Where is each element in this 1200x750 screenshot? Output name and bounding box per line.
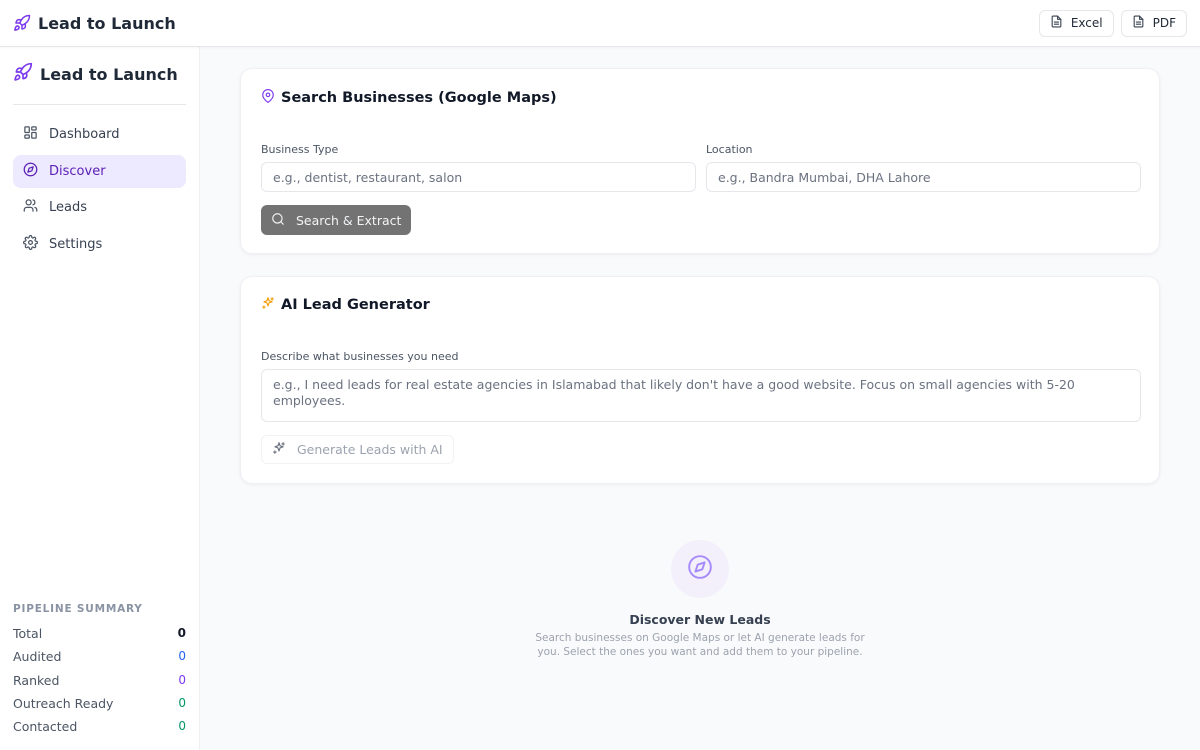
sidebar-item-dashboard[interactable]: Dashboard (13, 118, 186, 151)
business-type-input[interactable] (261, 162, 696, 192)
location-input[interactable] (706, 162, 1141, 192)
empty-state-icon-wrapper (671, 540, 729, 598)
business-type-label: Business Type (261, 143, 339, 156)
search-icon (271, 212, 285, 229)
empty-state-description: Search businesses on Google Maps or let … (535, 632, 865, 658)
empty-state: Discover New Leads Search businesses on … (500, 540, 900, 659)
sidebar-title: Lead to Launch (40, 64, 178, 84)
search-button-label: Search & Extract (296, 212, 402, 228)
empty-state-title: Discover New Leads (629, 612, 771, 627)
pipeline-label: Ranked (13, 672, 60, 688)
pipeline-heading: PIPELINE SUMMARY (13, 603, 143, 615)
sidebar-item-label: Discover (49, 163, 106, 179)
sparkles-icon (272, 441, 286, 458)
generate-leads-ai-button[interactable]: Generate Leads with AI (261, 435, 454, 464)
pipeline-label: Audited (13, 649, 62, 665)
describe-label: Describe what businesses you need (261, 350, 459, 363)
pipeline-row-total: Total 0 (13, 626, 186, 649)
sidebar-item-discover[interactable]: Discover (13, 154, 186, 188)
pipeline-value: 0 (178, 649, 186, 664)
rocket-icon (13, 14, 31, 32)
pdf-label: PDF (1152, 16, 1176, 30)
ai-lead-generator-card: AI Lead Generator Describe what business… (240, 276, 1160, 484)
sidebar-divider (13, 104, 186, 105)
export-excel-button[interactable]: Excel (1038, 9, 1114, 37)
pipeline-value: 0 (177, 626, 186, 640)
top-bar: Lead to Launch Excel PDF (0, 0, 1200, 47)
map-pin-icon (261, 89, 275, 107)
sidebar: Lead to Launch Dashboard Discover Leads (0, 47, 200, 750)
sparkles-icon (261, 296, 275, 314)
pipeline-summary: PIPELINE SUMMARY Total 0 Audited 0 Ranke… (13, 603, 186, 742)
pipeline-row-outreach-ready: Outreach Ready 0 (13, 696, 186, 719)
generate-button-label: Generate Leads with AI (297, 442, 443, 457)
sidebar-item-label: Dashboard (49, 127, 120, 142)
pipeline-row-contacted: Contacted 0 (13, 719, 186, 742)
rocket-icon (13, 62, 33, 86)
describe-textarea[interactable] (261, 369, 1141, 422)
sidebar-brand: Lead to Launch (13, 62, 178, 86)
sidebar-nav: Dashboard Discover Leads Settings (13, 118, 186, 265)
search-title-text: Search Businesses (Google Maps) (281, 90, 557, 106)
excel-label: Excel (1070, 16, 1103, 30)
pipeline-label: Contacted (13, 719, 78, 735)
location-label: Location (706, 143, 753, 156)
grid-icon (23, 125, 38, 144)
pipeline-label: Outreach Ready (13, 695, 114, 711)
app-brand: Lead to Launch (13, 14, 176, 33)
app-title: Lead to Launch (38, 13, 176, 33)
pipeline-value: 0 (178, 672, 186, 687)
sidebar-item-label: Settings (49, 237, 103, 253)
pipeline-row-ranked: Ranked 0 (13, 673, 186, 696)
ai-title-text: AI Lead Generator (281, 297, 430, 313)
users-icon (23, 198, 38, 217)
pipeline-value: 0 (178, 719, 186, 734)
ai-card-title: AI Lead Generator (261, 296, 430, 314)
pipeline-label: Total (13, 626, 43, 641)
search-businesses-card: Search Businesses (Google Maps) Business… (240, 68, 1160, 254)
compass-icon (23, 162, 38, 181)
sidebar-item-leads[interactable]: Leads (13, 191, 186, 224)
search-card-title: Search Businesses (Google Maps) (261, 89, 557, 107)
search-extract-button[interactable]: Search & Extract (261, 205, 412, 235)
file-icon (1132, 15, 1145, 31)
gear-icon (23, 235, 38, 254)
pipeline-row-audited: Audited 0 (13, 649, 186, 672)
export-pdf-button[interactable]: PDF (1120, 9, 1187, 37)
sidebar-item-label: Leads (49, 200, 88, 216)
sidebar-item-settings[interactable]: Settings (13, 228, 186, 261)
file-icon (1050, 15, 1063, 31)
compass-icon (687, 554, 713, 584)
pipeline-value: 0 (178, 695, 186, 710)
